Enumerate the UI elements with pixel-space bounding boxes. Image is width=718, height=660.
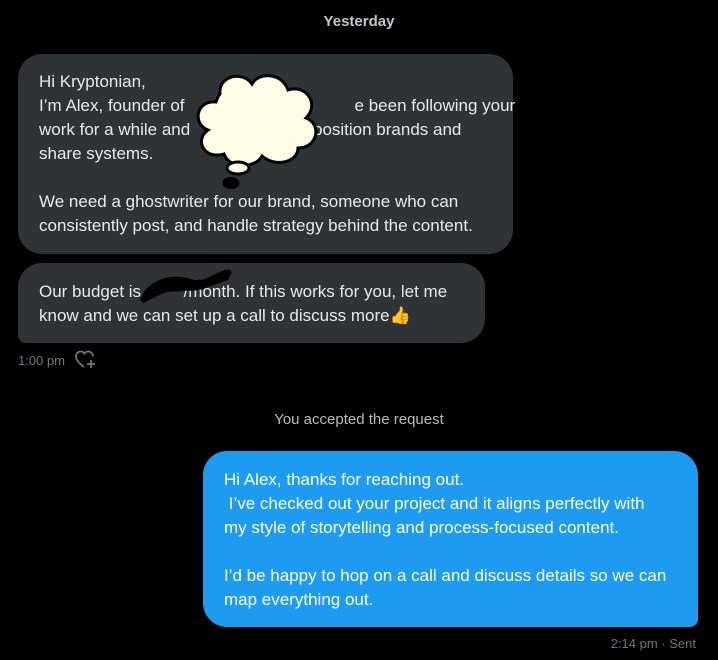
heart-plus-icon[interactable] xyxy=(75,350,97,370)
incoming-message-bubble[interactable]: Our budget is /month. If this works for … xyxy=(18,263,485,343)
message-line: map everything out. xyxy=(224,590,374,609)
request-accepted-notice: You accepted the request xyxy=(274,411,444,428)
message-line-blank xyxy=(224,540,678,564)
message-line: I’d be happy to hop on a call and discus… xyxy=(224,566,667,585)
message-line: consistently post, and handle strategy b… xyxy=(39,216,473,235)
message-line: I’ve checked out your project and it ali… xyxy=(224,494,645,513)
date-separator: Yesterday xyxy=(323,13,395,30)
censor-scribble xyxy=(140,269,232,303)
message-time: 1:00 pm xyxy=(18,352,65,368)
censor-thought-cloud xyxy=(196,74,318,189)
message-line: know and we can set up a call to discuss… xyxy=(39,306,411,325)
message-line: We need a ghostwriter for our brand, som… xyxy=(39,192,459,211)
message-line: Our budget is /month. If this works for … xyxy=(39,282,448,301)
incoming-message-meta: 1:00 pm xyxy=(18,350,97,370)
message-line: my style of storytelling and process-foc… xyxy=(224,518,619,537)
sent-status: 2:14 pm · Sent xyxy=(610,636,696,651)
message-line: Hi Alex, thanks for reaching out. xyxy=(224,470,465,489)
outgoing-message-bubble[interactable]: Hi Alex, thanks for reaching out. I’ve c… xyxy=(203,451,698,627)
